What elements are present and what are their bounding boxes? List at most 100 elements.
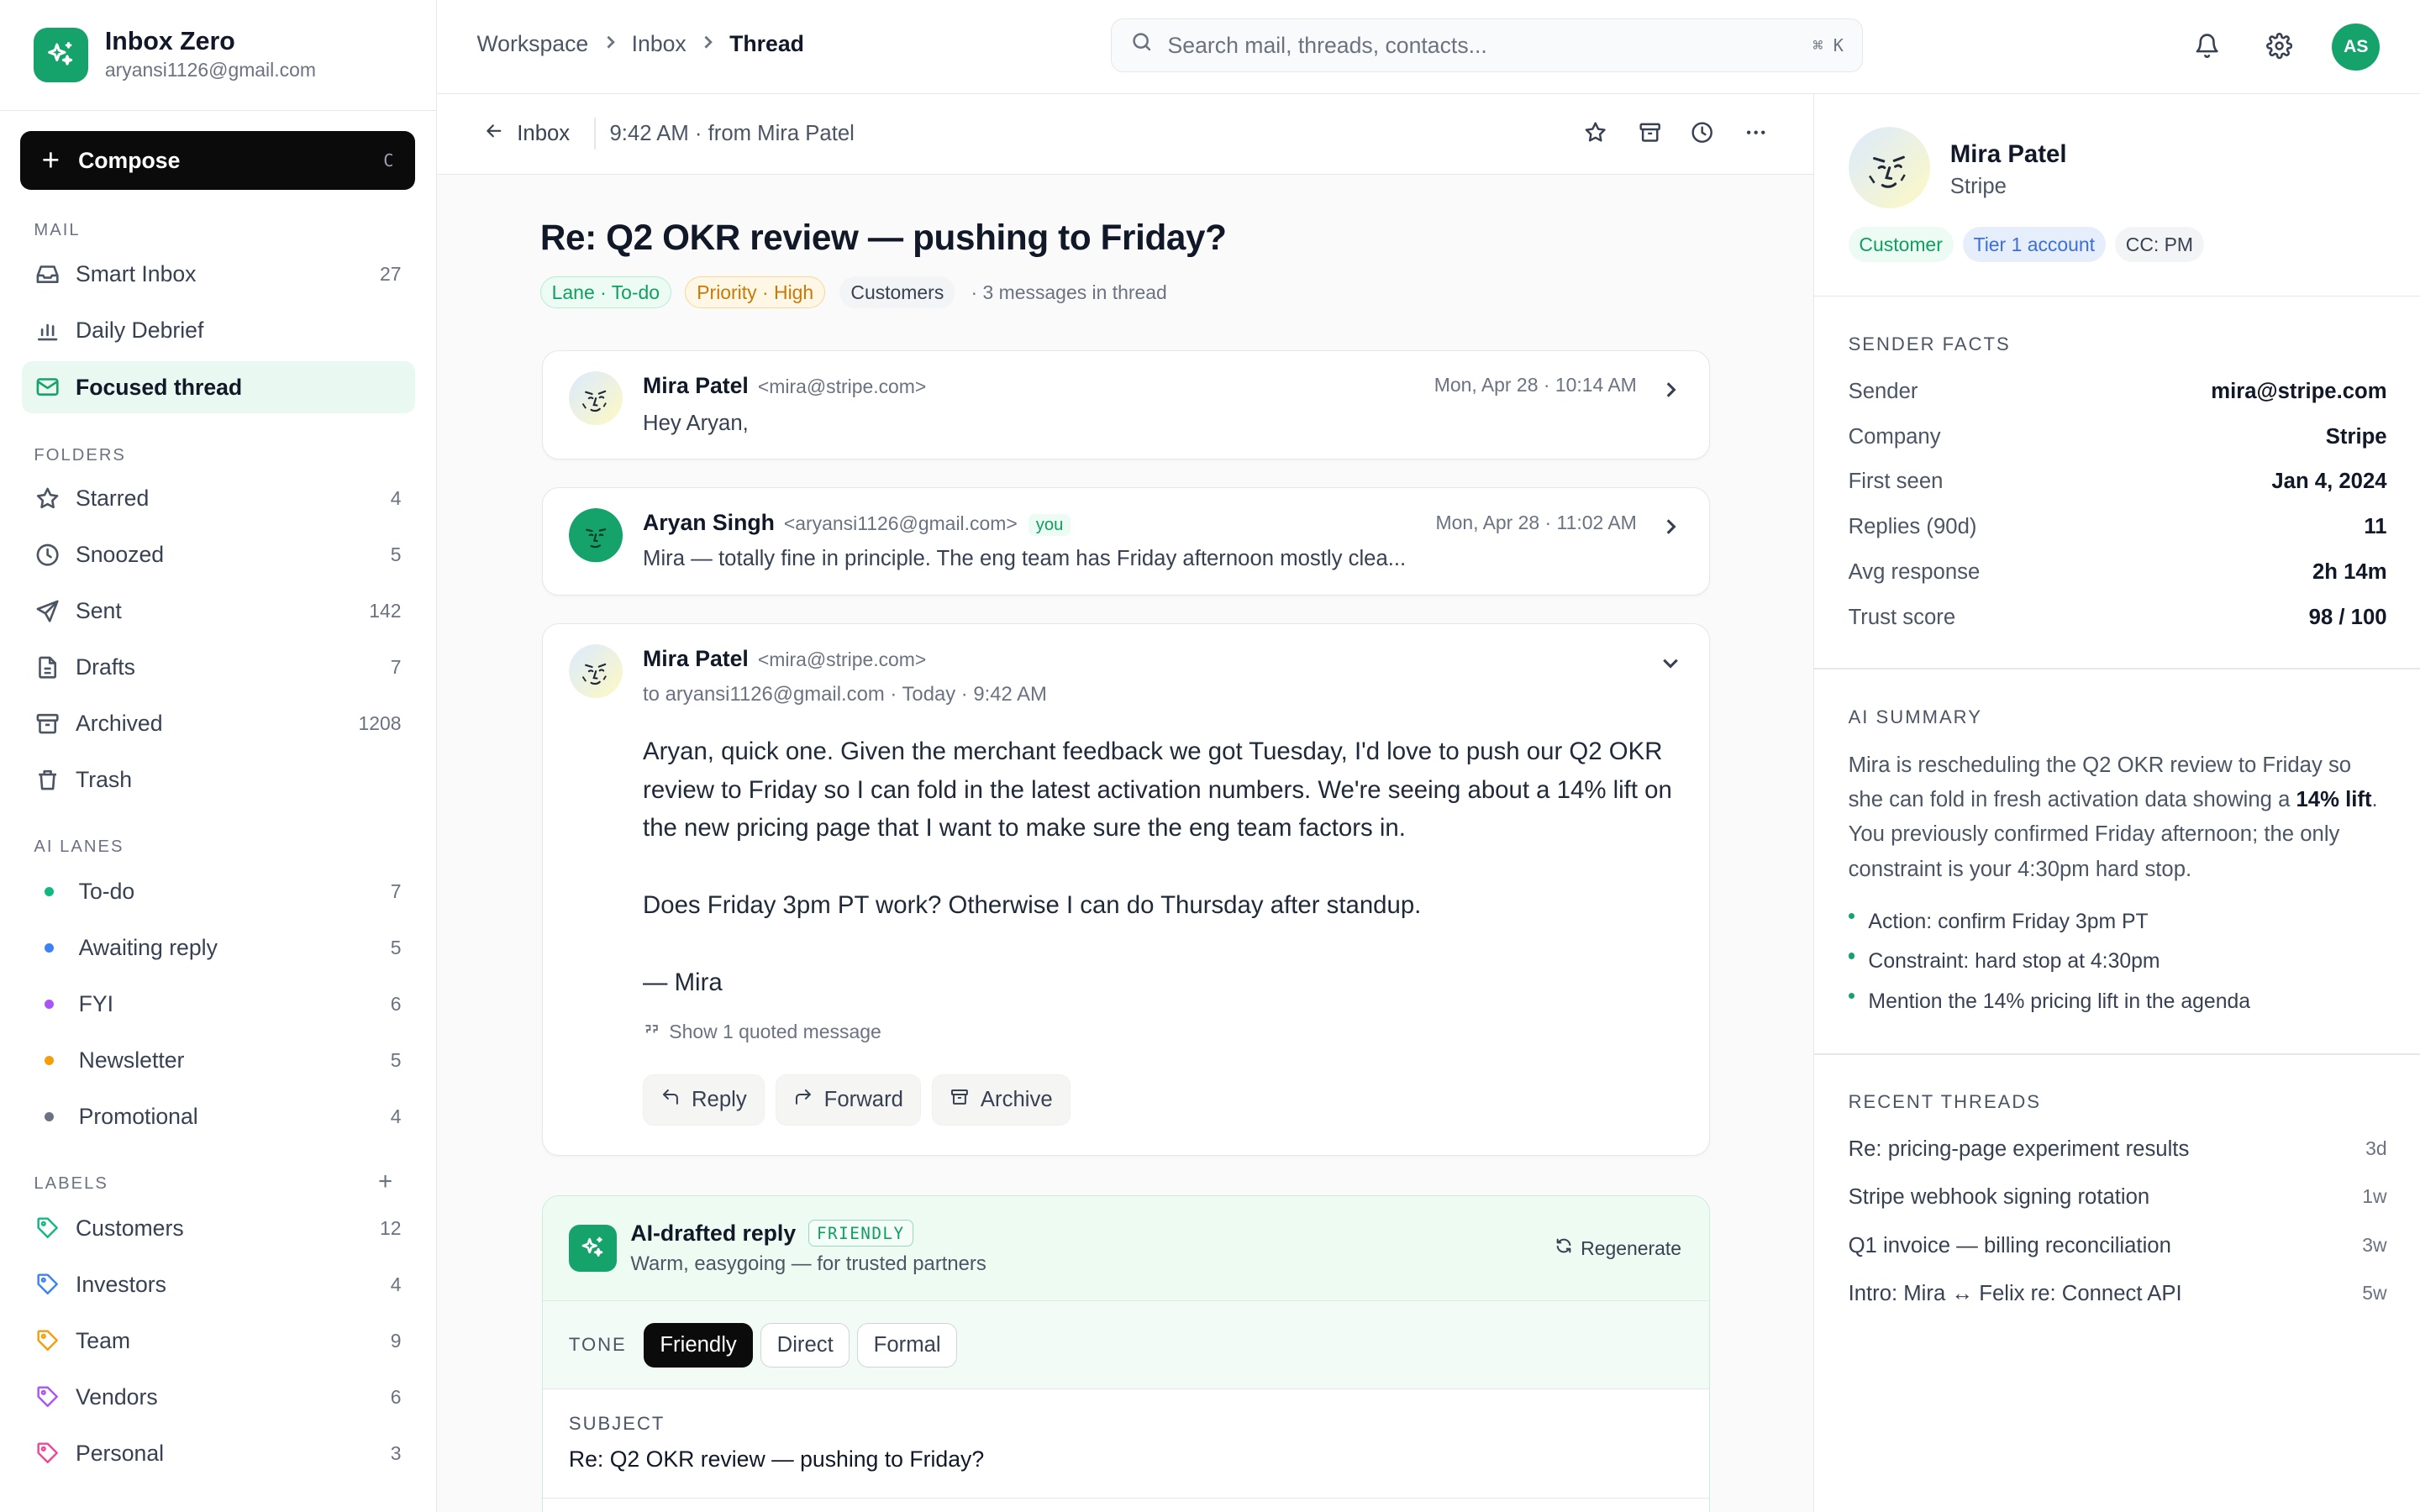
sender-fact-row: Company Stripe (1849, 425, 2387, 449)
sidebar-item-label: To-do (78, 879, 135, 905)
user-avatar[interactable]: AS (2332, 23, 2381, 71)
sidebar-item[interactable]: Trash (22, 753, 415, 806)
sidebar-item[interactable]: Archived 1208 (22, 697, 415, 749)
sidebar-item[interactable]: Personal 3 (22, 1427, 415, 1479)
customer-chip[interactable]: Customer (1848, 226, 1954, 263)
tag-icon (34, 1327, 61, 1355)
reply-button[interactable]: Reply (643, 1074, 765, 1126)
sidebar-item[interactable]: Newsletter 5 (22, 1035, 415, 1087)
message-body: Aryan, quick one. Given the merchant fee… (643, 732, 1680, 1041)
fact-value: mira@stripe.com (2211, 379, 2387, 403)
sidebar-item[interactable]: To-do 7 (22, 865, 415, 917)
sidebar-item[interactable]: Team 9 (22, 1315, 415, 1367)
add-label-button[interactable]: + (378, 1168, 392, 1196)
sidebar-item[interactable]: Sent 142 (22, 585, 415, 637)
gear-icon[interactable] (2264, 31, 2295, 62)
subject-field[interactable]: Re: Q2 OKR review — pushing to Friday? (569, 1446, 984, 1473)
cc-chip[interactable]: CC: PM (2114, 226, 2204, 263)
sidebar-item[interactable]: Vendors 6 (22, 1371, 415, 1423)
search-bar[interactable]: ⌘ K (1111, 18, 1863, 73)
tone-selector: TONE Friendly Direct Formal (542, 1301, 1710, 1390)
lane-dot-icon (34, 1103, 61, 1131)
compose-label: Compose (78, 147, 181, 173)
chevron-right-icon[interactable] (1658, 377, 1682, 402)
sidebar-item[interactable]: Customers 12 (22, 1202, 415, 1254)
sidebar-item-count: 1208 (358, 711, 402, 734)
sidebar-item[interactable]: Focused thread (21, 360, 416, 414)
tone-friendly-button[interactable]: Friendly (643, 1322, 754, 1368)
message-collapsed[interactable]: Mira Patel <mira@stripe.com> Mon, Apr 28 … (541, 349, 1711, 460)
sparkle-icon (568, 1224, 617, 1273)
sidebar-item[interactable]: FYI 6 (22, 978, 415, 1030)
sidebar-item-label: Personal (75, 1440, 165, 1466)
plus-icon: + (41, 142, 60, 177)
breadcrumb-workspace[interactable]: Workspace (477, 31, 589, 57)
forward-button[interactable]: Forward (775, 1074, 922, 1126)
sidebar-item[interactable]: Investors 4 (22, 1258, 415, 1310)
tier-chip[interactable]: Tier 1 account (1962, 226, 2106, 263)
bullet-dot-icon (1848, 993, 1854, 1000)
toolbar-divider (594, 117, 596, 150)
sidebar-item[interactable]: Awaiting reply 5 (22, 921, 415, 974)
sidebar-item[interactable]: Starred 4 (22, 472, 415, 524)
contact-chips: Customer Tier 1 account CC: PM (1848, 226, 2213, 263)
breadcrumb-inbox[interactable]: Inbox (632, 31, 687, 57)
message-actions: Reply Forward Archive (643, 1074, 1081, 1126)
more-icon[interactable] (1743, 118, 1770, 146)
sender-fact-row: Avg response 2h 14m (1849, 560, 2387, 585)
archive-icon[interactable] (1636, 118, 1664, 146)
sidebar-item[interactable]: Drafts 7 (22, 641, 415, 693)
archive-icon (950, 1087, 970, 1113)
avatar (568, 508, 623, 563)
recent-thread-item[interactable]: Intro: Mira ↔ Felix re: Connect API 5w (1849, 1282, 2387, 1306)
brand-header: Inbox Zero aryansi1126@gmail.com (0, 0, 436, 112)
contact-company: Stripe (1949, 174, 2007, 198)
fact-value: 2h 14m (2312, 560, 2387, 585)
ai-reply-subtitle: Warm, easygoing — for trusted partners (630, 1252, 986, 1275)
recent-thread-item[interactable]: Re: pricing-page experiment results 3d (1849, 1137, 2387, 1162)
compose-shortcut: C (383, 150, 394, 171)
regenerate-button[interactable]: Regenerate (1555, 1236, 1681, 1260)
chevron-right-icon[interactable] (1658, 515, 1682, 539)
compose-button[interactable]: + Compose C (19, 131, 416, 190)
sidebar-item[interactable]: Smart Inbox 27 (22, 249, 415, 301)
bullet-dot-icon (1848, 912, 1854, 919)
ai-reply-title: AI-drafted reply FRIENDLY (630, 1220, 913, 1247)
chevron-down-icon[interactable] (1658, 650, 1682, 675)
ai-reply-card: AI-drafted reply FRIENDLY Warm, easygoin… (541, 1195, 1711, 1512)
lane-chip[interactable]: Lane · To-do (539, 276, 671, 309)
tone-formal-button[interactable]: Formal (857, 1322, 958, 1368)
app-name: Inbox Zero (104, 27, 235, 55)
bell-icon[interactable] (2191, 31, 2223, 62)
search-input[interactable] (1167, 32, 1813, 59)
refresh-icon (1555, 1236, 1573, 1260)
recent-thread-item[interactable]: Q1 invoice — billing reconciliation 3w (1849, 1234, 2387, 1258)
show-quoted-button[interactable]: Show 1 quoted message (643, 1021, 881, 1043)
sidebar-item[interactable]: Snoozed 5 (22, 528, 415, 580)
fact-value: Stripe (2325, 424, 2387, 449)
sidebar-item-label: Smart Inbox (75, 261, 197, 287)
message-collapsed[interactable]: Aryan Singh <aryansi1126@gmail.com> you Mo… (541, 487, 1711, 596)
sender-facts-title: SENDER FACTS (1848, 333, 2011, 354)
mail-icon (34, 373, 61, 401)
star-icon[interactable] (1582, 118, 1610, 146)
recent-thread-item[interactable]: Stripe webhook signing rotation 1w (1849, 1185, 2387, 1210)
sidebar-item-label: Trash (75, 766, 133, 792)
sidebar-item-label: Awaiting reply (78, 935, 218, 961)
summary-bullet: Mention the 14% pricing lift in the agen… (1848, 990, 2250, 1014)
recent-thread-age: 3d (2365, 1137, 2387, 1159)
label-chip[interactable]: Customers (839, 276, 956, 309)
back-to-inbox-button[interactable]: Inbox (483, 120, 570, 148)
priority-chip[interactable]: Priority · High (685, 276, 826, 309)
sidebar-item-count: 7 (390, 655, 402, 678)
sidebar-item-count: 4 (390, 1273, 402, 1295)
sidebar-item-count: 9 (390, 1329, 402, 1352)
sidebar-item[interactable]: Daily Debrief (22, 305, 415, 357)
archive-button[interactable]: Archive (931, 1074, 1071, 1126)
thread-meta: 9:42 AM · from Mira Patel (609, 122, 855, 146)
tone-direct-button[interactable]: Direct (760, 1322, 850, 1368)
arrow-left-icon (483, 120, 505, 148)
sender-fact-row: First seen Jan 4, 2024 (1849, 470, 2387, 494)
sidebar-item[interactable]: Promotional 4 (22, 1091, 415, 1143)
clock-icon[interactable] (1688, 118, 1716, 146)
